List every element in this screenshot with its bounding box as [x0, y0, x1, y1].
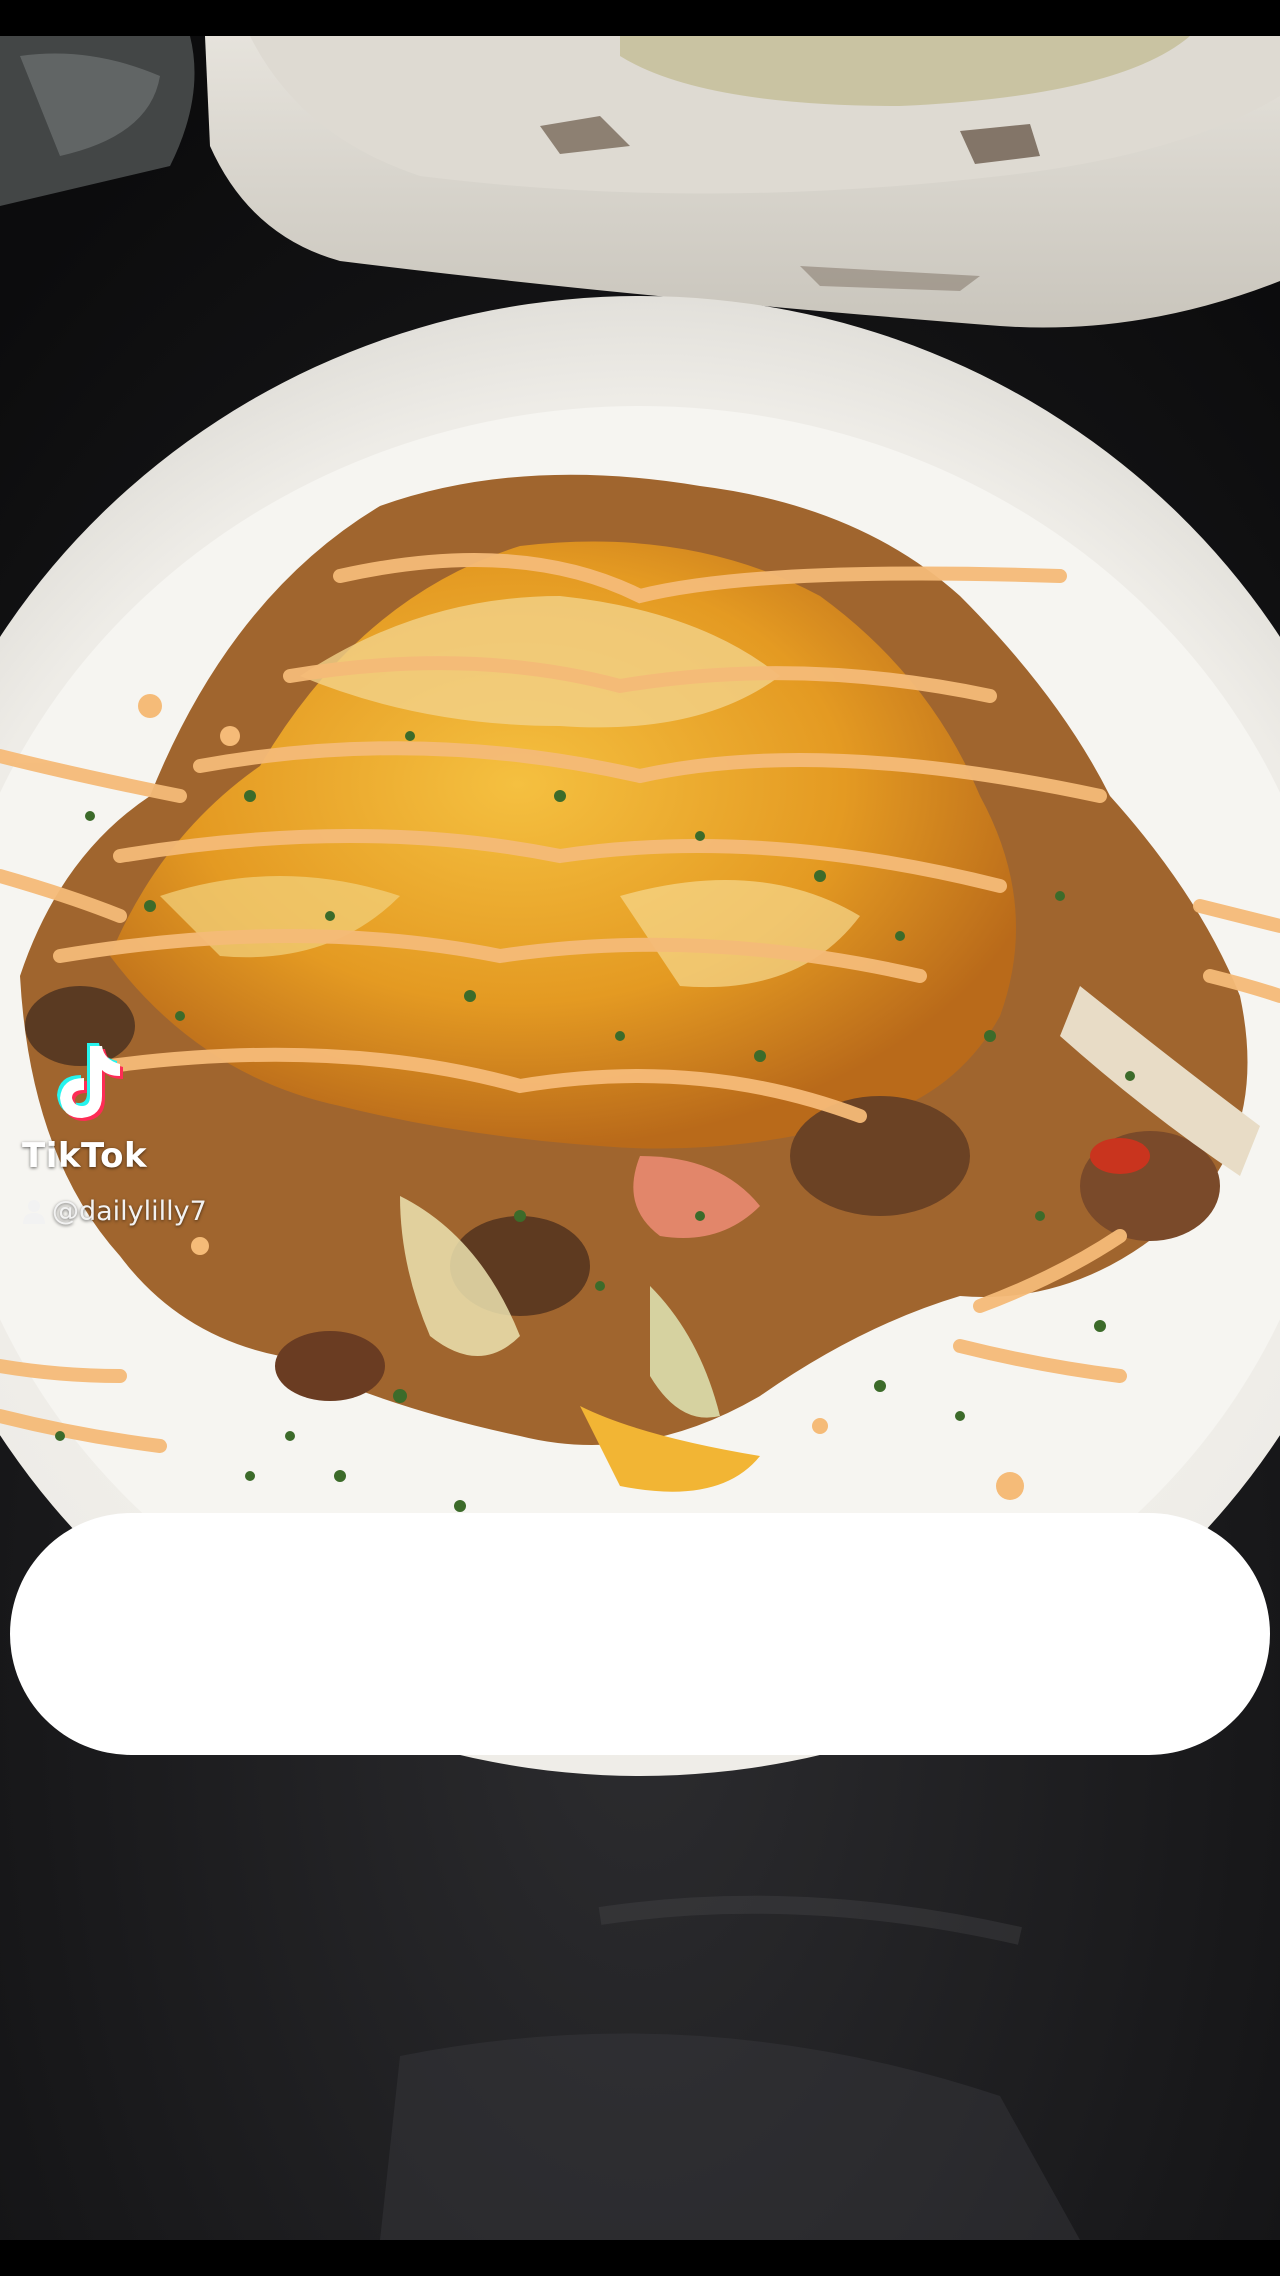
bottom-letterbox [0, 2240, 1280, 2276]
creator-handle-text: @dailylilly7 [52, 1196, 207, 1227]
video-frame[interactable]: TikTok @dailylilly7 [0, 0, 1280, 2276]
top-letterbox [0, 0, 1280, 36]
creator-handle: @dailylilly7 [22, 1196, 207, 1227]
tiktok-watermark: TikTok @dailylilly7 [22, 1040, 262, 1240]
tiktok-note-icon [57, 1043, 123, 1121]
person-icon [23, 1199, 45, 1224]
caption-bubble [10, 1513, 1270, 1755]
tiktok-brand-label: TikTok [22, 1136, 148, 1176]
